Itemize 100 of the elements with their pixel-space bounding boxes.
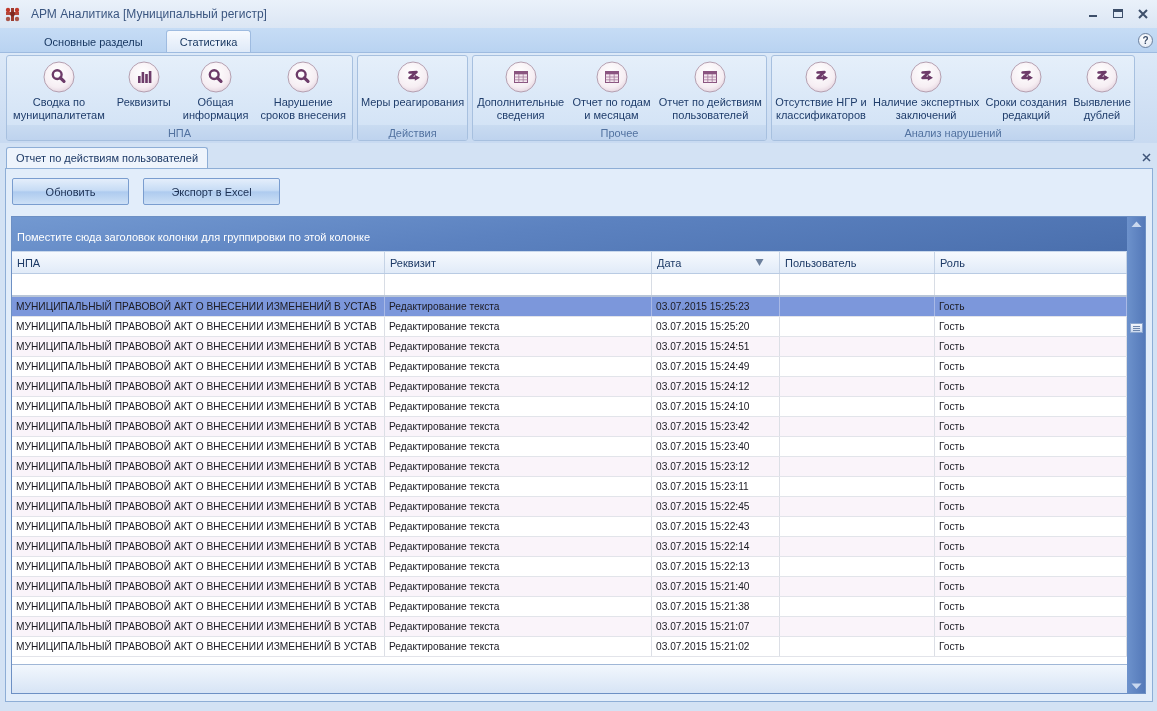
search-icon bbox=[42, 61, 75, 93]
table-cell: МУНИЦИПАЛЬНЫЙ ПРАВОВОЙ АКТ О ВНЕСЕНИИ ИЗМЕНЕНИЙ В УСТАВ bbox=[12, 437, 385, 456]
ribbon-button[interactable]: Сводка по муниципалитетам bbox=[12, 61, 106, 125]
table-icon bbox=[504, 61, 537, 93]
table-row[interactable]: МУНИЦИПАЛЬНЫЙ ПРАВОВОЙ АКТ О ВНЕСЕНИИ ИЗМЕНЕНИЙ В УСТАВ Редактирование текста 03.07.2015 15:22:45 Гость bbox=[12, 497, 1127, 517]
table-row[interactable]: МУНИЦИПАЛЬНЫЙ ПРАВОВОЙ АКТ О ВНЕСЕНИИ ИЗМЕНЕНИЙ В УСТАВ Редактирование текста 03.07.2015 15:21:38 Гость bbox=[12, 597, 1127, 617]
table-cell: МУНИЦИПАЛЬНЫЙ ПРАВОВОЙ АКТ О ВНЕСЕНИИ ИЗМЕНЕНИЙ В УСТАВ bbox=[12, 617, 385, 636]
table-row[interactable]: МУНИЦИПАЛЬНЫЙ ПРАВОВОЙ АКТ О ВНЕСЕНИИ ИЗМЕНЕНИЙ В УСТАВ Редактирование текста 03.07.2015 15:21:40 Гость bbox=[12, 577, 1127, 597]
table-row[interactable]: МУНИЦИПАЛЬНЫЙ ПРАВОВОЙ АКТ О ВНЕСЕНИИ ИЗМЕНЕНИЙ В УСТАВ Редактирование текста 03.07.2015 15:24:51 Гость bbox=[12, 337, 1127, 357]
ribbon-button[interactable]: Общая информация bbox=[181, 61, 250, 125]
table-cell: МУНИЦИПАЛЬНЫЙ ПРАВОВОЙ АКТ О ВНЕСЕНИИ ИЗМЕНЕНИЙ В УСТАВ bbox=[12, 517, 385, 536]
table-row[interactable]: МУНИЦИПАЛЬНЫЙ ПРАВОВОЙ АКТ О ВНЕСЕНИИ ИЗМЕНЕНИЙ В УСТАВ Редактирование текста 03.07.2015 15:24:12 Гость bbox=[12, 377, 1127, 397]
table-row[interactable]: МУНИЦИПАЛЬНЫЙ ПРАВОВОЙ АКТ О ВНЕСЕНИИ ИЗМЕНЕНИЙ В УСТАВ Редактирование текста 03.07.2015 15:21:07 Гость bbox=[12, 617, 1127, 637]
column-header[interactable]: НПА bbox=[12, 252, 385, 273]
table-row[interactable]: МУНИЦИПАЛЬНЫЙ ПРАВОВОЙ АКТ О ВНЕСЕНИИ ИЗМЕНЕНИЙ В УСТАВ Редактирование текста 03.07.2015 15:21:02 Гость bbox=[12, 637, 1127, 657]
table-cell: Редактирование текста bbox=[385, 377, 652, 396]
table-row[interactable]: МУНИЦИПАЛЬНЫЙ ПРАВОВОЙ АКТ О ВНЕСЕНИИ ИЗМЕНЕНИЙ В УСТАВ Редактирование текста 03.07.2015 15:22:43 Гость bbox=[12, 517, 1127, 537]
table-cell: Редактирование текста bbox=[385, 497, 652, 516]
table-row[interactable]: МУНИЦИПАЛЬНЫЙ ПРАВОВОЙ АКТ О ВНЕСЕНИИ ИЗМЕНЕНИЙ В УСТАВ Редактирование текста 03.07.2015 15:23:40 Гость bbox=[12, 437, 1127, 457]
toolbar-button[interactable]: Обновить bbox=[12, 178, 129, 205]
table-row[interactable]: МУНИЦИПАЛЬНЫЙ ПРАВОВОЙ АКТ О ВНЕСЕНИИ ИЗМЕНЕНИЙ В УСТАВ Редактирование текста 03.07.2015 15:24:49 Гость bbox=[12, 357, 1127, 377]
table-cell: МУНИЦИПАЛЬНЫЙ ПРАВОВОЙ АКТ О ВНЕСЕНИИ ИЗМЕНЕНИЙ В УСТАВ bbox=[12, 417, 385, 436]
app-logo-icon bbox=[5, 6, 20, 22]
ribbon-tab[interactable]: Основные разделы bbox=[30, 30, 157, 52]
ribbon-group-label: Действия bbox=[388, 126, 437, 139]
table-cell: 03.07.2015 15:23:12 bbox=[652, 457, 780, 476]
down-arrow-icon bbox=[1130, 683, 1142, 689]
ribbon-button[interactable]: Сроки создания редакций bbox=[984, 61, 1068, 125]
table-cell: Редактирование текста bbox=[385, 357, 652, 376]
vertical-scrollbar[interactable] bbox=[1127, 217, 1145, 693]
table-cell: 03.07.2015 15:23:11 bbox=[652, 477, 780, 496]
up-arrow-icon bbox=[1130, 221, 1142, 227]
table-row[interactable]: МУНИЦИПАЛЬНЫЙ ПРАВОВОЙ АКТ О ВНЕСЕНИИ ИЗМЕНЕНИЙ В УСТАВ Редактирование текста 03.07.2015 15:25:23 Гость bbox=[12, 297, 1127, 317]
table-cell: Редактирование текста bbox=[385, 537, 652, 556]
table-cell: 03.07.2015 15:22:14 bbox=[652, 537, 780, 556]
table-cell: 03.07.2015 15:21:07 bbox=[652, 617, 780, 636]
table-icon bbox=[694, 61, 727, 93]
table-cell: 03.07.2015 15:21:40 bbox=[652, 577, 780, 596]
close-icon bbox=[1142, 153, 1151, 162]
window-title: АРМ Аналитика [Муниципальный регистр] bbox=[31, 7, 267, 21]
table-cell: 03.07.2015 15:22:45 bbox=[652, 497, 780, 516]
table-cell: Редактирование текста bbox=[385, 477, 652, 496]
table-cell: МУНИЦИПАЛЬНЫЙ ПРАВОВОЙ АКТ О ВНЕСЕНИИ ИЗМЕНЕНИЙ В УСТАВ bbox=[12, 337, 385, 356]
table-cell: МУНИЦИПАЛЬНЫЙ ПРАВОВОЙ АКТ О ВНЕСЕНИИ ИЗМЕНЕНИЙ В УСТАВ bbox=[12, 397, 385, 416]
table-cell: 03.07.2015 15:21:38 bbox=[652, 597, 780, 616]
table-cell: 03.07.2015 15:23:42 bbox=[652, 417, 780, 436]
group-panel-hint: Поместите сюда заголовок колонки для группировки по этой колонке bbox=[17, 231, 371, 243]
ribbon-tab[interactable]: Статистика bbox=[165, 30, 252, 52]
table-cell: Редактирование текста bbox=[385, 417, 652, 436]
table-cell: 03.07.2015 15:21:02 bbox=[652, 637, 780, 656]
search-icon bbox=[287, 61, 320, 93]
table-cell: МУНИЦИПАЛЬНЫЙ ПРАВОВОЙ АКТ О ВНЕСЕНИИ ИЗМЕНЕНИЙ В УСТАВ bbox=[12, 297, 385, 316]
table-cell: Редактирование текста bbox=[385, 437, 652, 456]
table-cell: МУНИЦИПАЛЬНЫЙ ПРАВОВОЙ АКТ О ВНЕСЕНИИ ИЗМЕНЕНИЙ В УСТАВ bbox=[12, 377, 385, 396]
close-tab-button[interactable] bbox=[1142, 153, 1151, 162]
table-cell: 03.07.2015 15:22:43 bbox=[652, 517, 780, 536]
ribbon-button[interactable]: Выявление дублей bbox=[1072, 61, 1132, 125]
bar-chart-icon bbox=[127, 61, 160, 93]
ribbon-button[interactable]: Отсутствие НГР и классификаторов bbox=[774, 61, 868, 125]
document-tab[interactable]: Отчет по действиям пользователей bbox=[6, 147, 209, 168]
table-cell: Редактирование текста bbox=[385, 297, 652, 316]
table-cell: 03.07.2015 15:23:40 bbox=[652, 437, 780, 456]
table-cell: 03.07.2015 15:24:49 bbox=[652, 357, 780, 376]
table-cell: Редактирование текста bbox=[385, 337, 652, 356]
table-cell: Редактирование текста bbox=[385, 557, 652, 576]
ribbon-group-label: Прочее bbox=[600, 126, 639, 139]
table-cell: МУНИЦИПАЛЬНЫЙ ПРАВОВОЙ АКТ О ВНЕСЕНИИ ИЗМЕНЕНИЙ В УСТАВ bbox=[12, 597, 385, 616]
table-cell: 03.07.2015 15:24:12 bbox=[652, 377, 780, 396]
column-header[interactable]: Дата bbox=[652, 252, 780, 273]
ribbon-button[interactable]: Реквизиты bbox=[115, 61, 172, 125]
toolbar-button[interactable]: Экспорт в Excel bbox=[143, 178, 280, 205]
table-row[interactable]: МУНИЦИПАЛЬНЫЙ ПРАВОВОЙ АКТ О ВНЕСЕНИИ ИЗМЕНЕНИЙ В УСТАВ Редактирование текста 03.07.2015 15:22:14 Гость bbox=[12, 537, 1127, 557]
table-cell: Редактирование текста bbox=[385, 317, 652, 336]
table-row[interactable]: МУНИЦИПАЛЬНЫЙ ПРАВОВОЙ АКТ О ВНЕСЕНИИ ИЗМЕНЕНИЙ В УСТАВ Редактирование текста 03.07.2015 15:25:20 Гость bbox=[12, 317, 1127, 337]
table-row[interactable]: МУНИЦИПАЛЬНЫЙ ПРАВОВОЙ АКТ О ВНЕСЕНИИ ИЗМЕНЕНИЙ В УСТАВ Редактирование текста 03.07.2015 15:22:13 Гость bbox=[12, 557, 1127, 577]
table-icon bbox=[595, 61, 628, 93]
ribbon-button[interactable]: Нарушение сроков внесения bbox=[259, 61, 347, 125]
table-cell: Редактирование текста bbox=[385, 457, 652, 476]
table-cell: 03.07.2015 15:24:10 bbox=[652, 397, 780, 416]
ribbon-button[interactable]: Наличие экспертных заключений bbox=[872, 61, 981, 125]
search-icon bbox=[199, 61, 232, 93]
table-cell: Редактирование текста bbox=[385, 597, 652, 616]
help-button[interactable]: ? bbox=[1138, 32, 1153, 48]
table-cell: Редактирование текста bbox=[385, 577, 652, 596]
maximize-icon bbox=[1112, 9, 1123, 19]
ribbon-button[interactable]: Дополнительные сведения bbox=[476, 61, 566, 125]
table-row[interactable]: МУНИЦИПАЛЬНЫЙ ПРАВОВОЙ АКТ О ВНЕСЕНИИ ИЗМЕНЕНИЙ В УСТАВ Редактирование текста 03.07.2015 15:24:10 Гость bbox=[12, 397, 1127, 417]
table-cell: Редактирование текста bbox=[385, 617, 652, 636]
table-row[interactable]: МУНИЦИПАЛЬНЫЙ ПРАВОВОЙ АКТ О ВНЕСЕНИИ ИЗМЕНЕНИЙ В УСТАВ Редактирование текста 03.07.2015 15:23:12 Гость bbox=[12, 457, 1127, 477]
scrollbar-thumb[interactable] bbox=[1129, 323, 1143, 333]
ribbon-button[interactable]: Отчет по годам и месяцам bbox=[571, 61, 652, 125]
table-row[interactable]: МУНИЦИПАЛЬНЫЙ ПРАВОВОЙ АКТ О ВНЕСЕНИИ ИЗМЕНЕНИЙ В УСТАВ Редактирование текста 03.07.2015 15:23:11 Гость bbox=[12, 477, 1127, 497]
ribbon-button[interactable]: Отчет по действиям пользователей bbox=[657, 61, 763, 125]
table-cell: 03.07.2015 15:25:23 bbox=[652, 297, 780, 316]
table-cell: МУНИЦИПАЛЬНЫЙ ПРАВОВОЙ АКТ О ВНЕСЕНИИ ИЗМЕНЕНИЙ В УСТАВ bbox=[12, 477, 385, 496]
column-header[interactable]: Пользователь bbox=[780, 252, 935, 273]
close-icon bbox=[1137, 9, 1148, 19]
table-row[interactable]: МУНИЦИПАЛЬНЫЙ ПРАВОВОЙ АКТ О ВНЕСЕНИИ ИЗМЕНЕНИЙ В УСТАВ Редактирование текста 03.07.2015 15:23:42 Гость bbox=[12, 417, 1127, 437]
column-header[interactable]: Реквизит bbox=[385, 252, 652, 273]
ribbon-button[interactable]: Меры реагирования bbox=[359, 61, 466, 125]
